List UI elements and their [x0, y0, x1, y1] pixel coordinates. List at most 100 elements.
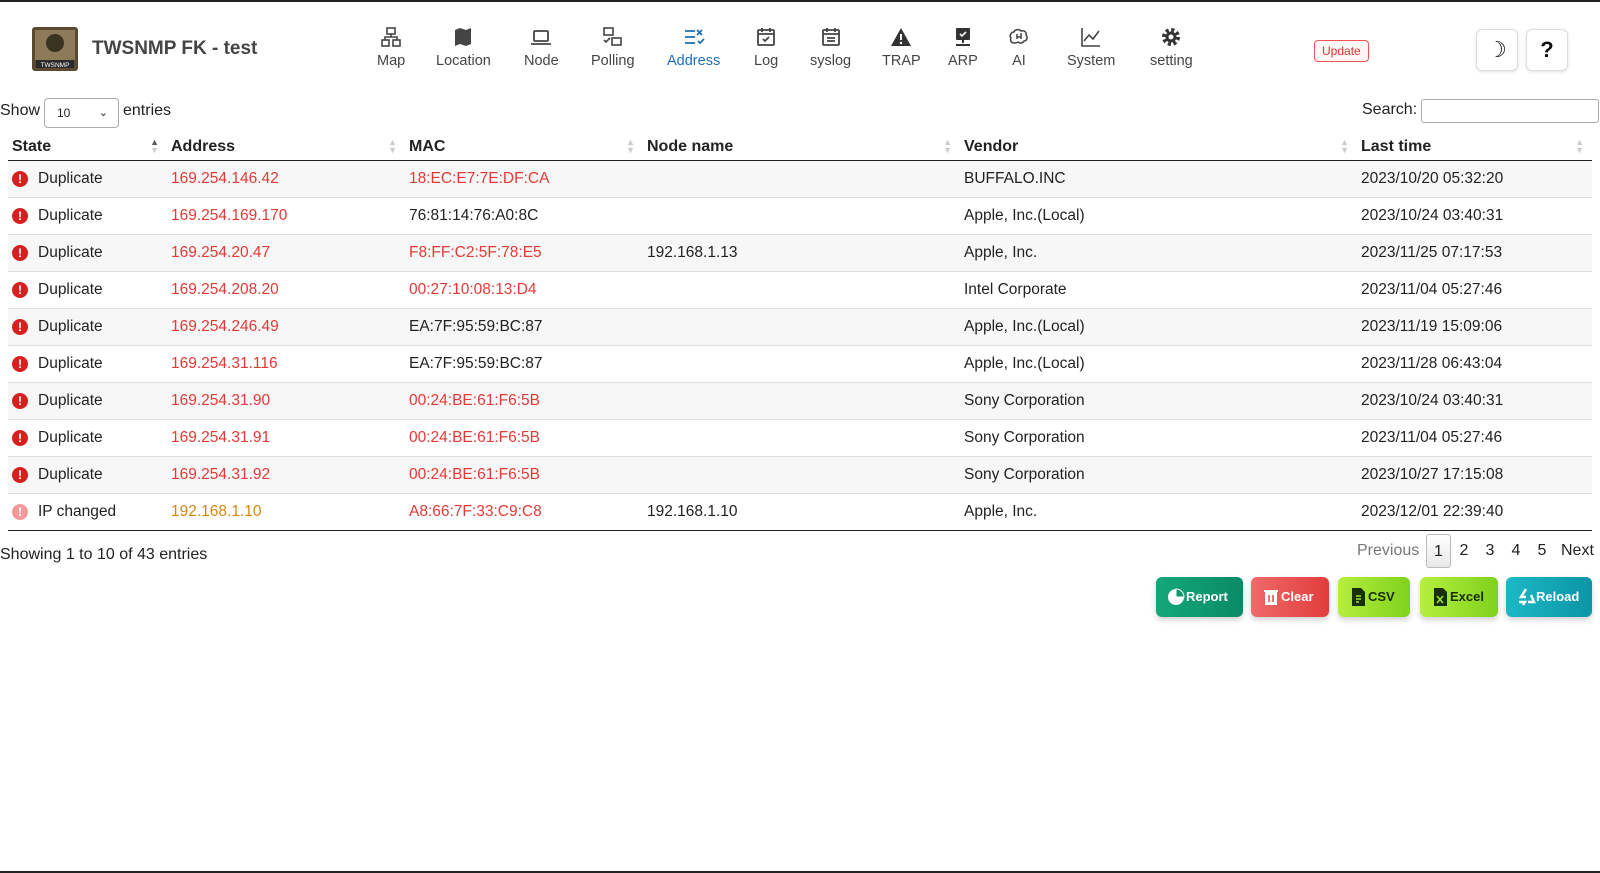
clear-button[interactable]: Clear	[1251, 577, 1329, 617]
pager-page-1[interactable]: 1	[1426, 534, 1451, 568]
cell-address: 169.254.31.92	[167, 456, 405, 494]
nav-trap[interactable]: TRAP	[882, 26, 921, 69]
warning-icon	[891, 28, 912, 46]
update-button[interactable]: Update	[1314, 40, 1369, 62]
cell-last-time: 2023/11/28 06:43:04	[1357, 345, 1592, 383]
cell-state: ! Duplicate	[8, 271, 167, 309]
col-header-mac[interactable]: MAC ▲ ▼	[405, 130, 643, 161]
state-text: IP changed	[38, 502, 117, 520]
exclamation-circle-icon: !	[12, 281, 28, 298]
table-row[interactable]: ! IP changed 192.168.1.10 A8:66:7F:33:C9:C8…	[8, 493, 1592, 531]
table-row[interactable]: ! Duplicate 169.254.146.42 18:EC:E7:7E:DF:C…	[8, 160, 1592, 198]
pager-page-2[interactable]: 2	[1454, 534, 1474, 568]
table-row[interactable]: ! Duplicate 169.254.20.47 F8:FF:C2:5F:78:E5…	[8, 234, 1592, 272]
pager-page-3[interactable]: 3	[1480, 534, 1500, 568]
nav-label: Polling	[591, 53, 635, 69]
nav-map[interactable]: Map	[377, 26, 405, 69]
col-header-node-name[interactable]: Node name ▲ ▼	[643, 130, 960, 161]
help-button[interactable]: ?	[1526, 29, 1568, 71]
theme-toggle-button[interactable]: ☽	[1476, 29, 1518, 71]
nav-syslog[interactable]: syslog	[810, 26, 851, 69]
nav-setting[interactable]: setting	[1150, 26, 1193, 69]
brain-icon	[1009, 28, 1028, 44]
cell-last-time: 2023/10/27 17:15:08	[1357, 456, 1592, 494]
cell-vendor: Sony Corporation	[960, 456, 1357, 494]
pager-page-4[interactable]: 4	[1506, 534, 1526, 568]
show-label: Show	[0, 102, 41, 119]
nav-ai[interactable]: AI	[1008, 26, 1030, 69]
cell-last-time: 2023/10/24 03:40:31	[1357, 197, 1592, 235]
app-header: TWSNMP TWSNMP FK - test Map Location Nod…	[0, 2, 1600, 92]
col-header-state[interactable]: State ▲ ▼	[8, 130, 167, 161]
recycle-icon	[1518, 588, 1536, 606]
table-row[interactable]: ! Duplicate 169.254.169.170 76:81:14:76:A0:…	[8, 197, 1592, 235]
table-info: Showing 1 to 10 of 43 entries	[0, 546, 208, 563]
table-row[interactable]: ! Duplicate 169.254.31.91 00:24:BE:61:F6:5B…	[8, 419, 1592, 457]
pager-previous[interactable]: Previous	[1357, 534, 1419, 568]
col-header-address[interactable]: Address ▲ ▼	[167, 130, 405, 161]
table-row[interactable]: ! Duplicate 169.254.31.116 EA:7F:95:59:BC:8…	[8, 345, 1592, 383]
address-table: State ▲ ▼ Address ▲ ▼ MAC ▲ ▼ Node name ▲ ▼ Vend…	[8, 130, 1592, 531]
cell-address: 169.254.246.49	[167, 308, 405, 346]
nav-label: syslog	[810, 53, 852, 69]
cell-last-time: 2023/12/01 22:39:40	[1357, 493, 1592, 531]
gear-icon	[1162, 28, 1181, 46]
page-size-select[interactable]: 10 ⌄	[44, 98, 119, 128]
cell-vendor: Apple, Inc.(Local)	[960, 345, 1357, 383]
report-button[interactable]: Report	[1156, 577, 1243, 617]
col-header-last-time[interactable]: Last time ▲ ▼	[1357, 130, 1592, 161]
cell-state: ! IP changed	[8, 493, 167, 531]
cell-last-time: 2023/11/19 15:09:06	[1357, 308, 1592, 346]
pie-chart-icon	[1168, 588, 1185, 605]
cell-vendor: BUFFALO.INC	[960, 160, 1357, 198]
cell-vendor: Apple, Inc.(Local)	[960, 308, 1357, 346]
cell-node-name: 192.168.1.13	[643, 234, 960, 272]
reload-button[interactable]: Reload	[1506, 577, 1592, 617]
cell-state: ! Duplicate	[8, 345, 167, 383]
table-row[interactable]: ! Duplicate 169.254.208.20 00:27:10:08:13:D…	[8, 271, 1592, 309]
cell-node-name	[643, 419, 960, 457]
nav-address[interactable]: Address	[667, 26, 720, 69]
csv-button[interactable]: CSV	[1338, 577, 1410, 617]
sort-icon: ▲ ▼	[1340, 137, 1349, 155]
calendar-check-icon	[757, 28, 775, 46]
excel-button[interactable]: Excel	[1420, 577, 1498, 617]
nav-location[interactable]: Location	[436, 26, 491, 69]
laptop-icon	[531, 30, 552, 45]
cell-node-name	[643, 345, 960, 383]
table-row[interactable]: ! Duplicate 169.254.31.90 00:24:BE:61:F6:5B…	[8, 382, 1592, 420]
pager-next[interactable]: Next	[1561, 534, 1594, 568]
network-icon	[381, 27, 401, 47]
exclamation-circle-icon: !	[12, 503, 28, 520]
search-input[interactable]	[1421, 99, 1599, 123]
table-header-row: State ▲ ▼ Address ▲ ▼ MAC ▲ ▼ Node name ▲ ▼ Vend…	[8, 130, 1592, 161]
cell-address: 169.254.20.47	[167, 234, 405, 272]
nav-label: Node	[524, 53, 559, 69]
cell-state: ! Duplicate	[8, 197, 167, 235]
cell-mac: 18:EC:E7:7E:DF:CA	[405, 160, 643, 198]
nav-log[interactable]: Log	[754, 26, 778, 69]
cell-node-name: 192.168.1.10	[643, 493, 960, 531]
pager-page-5[interactable]: 5	[1532, 534, 1552, 568]
nav-polling[interactable]: Polling	[591, 26, 635, 69]
cell-vendor: Apple, Inc.	[960, 493, 1357, 531]
nav-system[interactable]: System	[1067, 26, 1115, 69]
cell-address: 169.254.31.90	[167, 382, 405, 420]
cell-mac: EA:7F:95:59:BC:87	[405, 308, 643, 346]
cell-last-time: 2023/11/04 05:27:46	[1357, 271, 1592, 309]
cell-last-time: 2023/10/24 03:40:31	[1357, 382, 1592, 420]
table-row[interactable]: ! Duplicate 169.254.31.92 00:24:BE:61:F6:5B…	[8, 456, 1592, 494]
cell-mac: 00:24:BE:61:F6:5B	[405, 419, 643, 457]
col-header-vendor[interactable]: Vendor ▲ ▼	[960, 130, 1357, 161]
nav-label: AI	[1012, 53, 1026, 69]
nav-node[interactable]: Node	[524, 26, 559, 69]
chevron-down-icon: ⌄	[98, 107, 108, 119]
nav-arp[interactable]: ARP	[948, 26, 978, 69]
state-text: Duplicate	[38, 243, 103, 261]
cell-vendor: Sony Corporation	[960, 382, 1357, 420]
state-text: Duplicate	[38, 206, 103, 224]
table-row[interactable]: ! Duplicate 169.254.246.49 EA:7F:95:59:BC:8…	[8, 308, 1592, 346]
trash-icon	[1264, 590, 1278, 605]
exclamation-circle-icon: !	[12, 466, 28, 483]
cell-mac: 76:81:14:76:A0:8C	[405, 197, 643, 235]
